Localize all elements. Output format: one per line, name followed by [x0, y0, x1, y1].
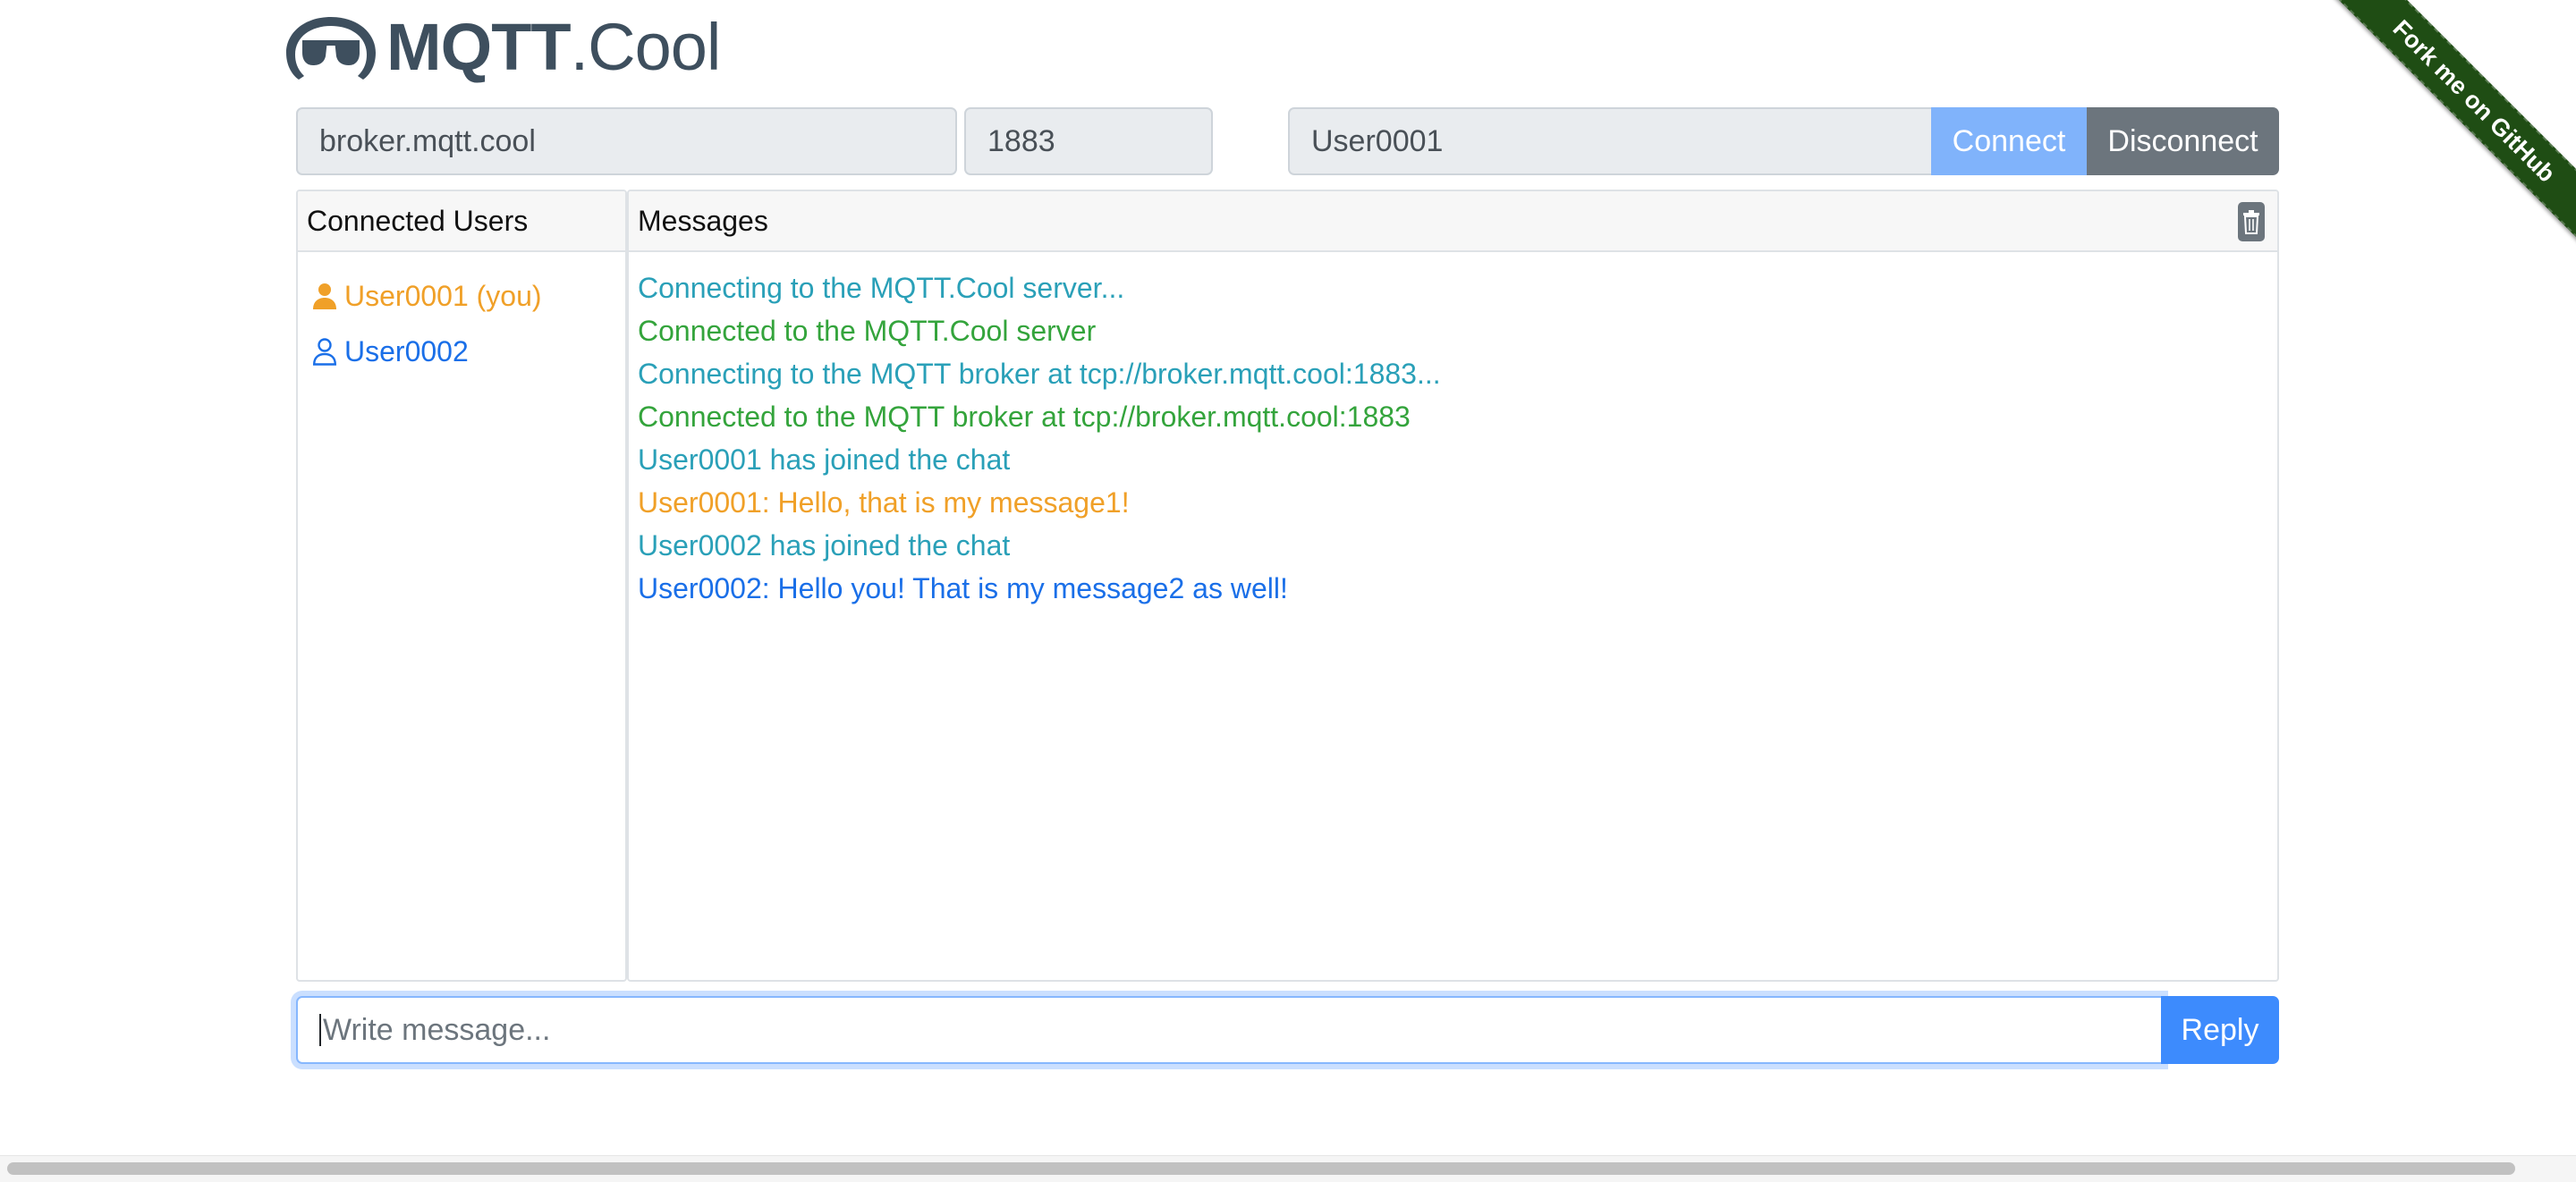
- messages-header: Messages: [629, 191, 2277, 252]
- username-field[interactable]: User0001: [1288, 107, 1933, 175]
- clear-messages-button[interactable]: [2238, 202, 2265, 241]
- user-item-other: User0002: [298, 324, 625, 379]
- users-list: User0001 (you) User0002: [298, 252, 625, 379]
- user-label: User0002: [344, 334, 469, 367]
- fork-on-github-link[interactable]: Fork me on GitHub: [2324, 0, 2576, 251]
- message-item: User0001 has joined the chat: [638, 443, 1011, 476]
- connected-users-panel: Connected Users User0001 (you) User0002: [296, 190, 627, 982]
- message-item: Connecting to the MQTT broker at tcp://b…: [638, 358, 1441, 390]
- message-item: User0002: Hello you! That is my message2…: [638, 572, 1288, 604]
- messages-title: Messages: [638, 204, 768, 237]
- glasses-logo-icon: [286, 17, 376, 80]
- message-list: Connecting to the MQTT.Cool server... Co…: [629, 252, 2277, 610]
- connected-users-title: Connected Users: [298, 191, 625, 252]
- connect-button[interactable]: Connect: [1931, 107, 2087, 175]
- horizontal-scrollbar[interactable]: [0, 1155, 2576, 1182]
- user-item-self: User0001 (you): [298, 268, 625, 324]
- mqtt-cool-logo: MQTT.Cool: [281, 10, 721, 84]
- reply-button[interactable]: Reply: [2161, 996, 2279, 1064]
- user-filled-icon: [313, 283, 336, 309]
- user-label: User0001 (you): [344, 279, 542, 312]
- trash-icon: [2243, 210, 2259, 234]
- messages-panel: Messages Connecting to the MQTT.Cool ser…: [627, 190, 2279, 982]
- message-item: User0002 has joined the chat: [638, 529, 1011, 561]
- broker-port-field[interactable]: 1883: [964, 107, 1213, 175]
- broker-host-field[interactable]: broker.mqtt.cool: [296, 107, 957, 175]
- github-ribbon-container: Fork me on GitHub: [2308, 0, 2576, 268]
- message-input-placeholder: Write message...: [323, 1012, 551, 1047]
- text-caret: [319, 1014, 321, 1046]
- message-item: Connected to the MQTT.Cool server: [638, 315, 1097, 347]
- message-item: User0001: Hello, that is my message1!: [638, 486, 1130, 519]
- message-input[interactable]: Write message...: [296, 996, 2163, 1064]
- user-outline-icon: [312, 338, 337, 366]
- logo-wordmark: MQTT.Cool: [386, 10, 721, 84]
- disconnect-button[interactable]: Disconnect: [2087, 107, 2279, 175]
- message-item: Connecting to the MQTT.Cool server...: [638, 272, 1125, 304]
- scrollbar-thumb[interactable]: [7, 1162, 2515, 1175]
- message-item: Connected to the MQTT broker at tcp://br…: [638, 401, 1411, 433]
